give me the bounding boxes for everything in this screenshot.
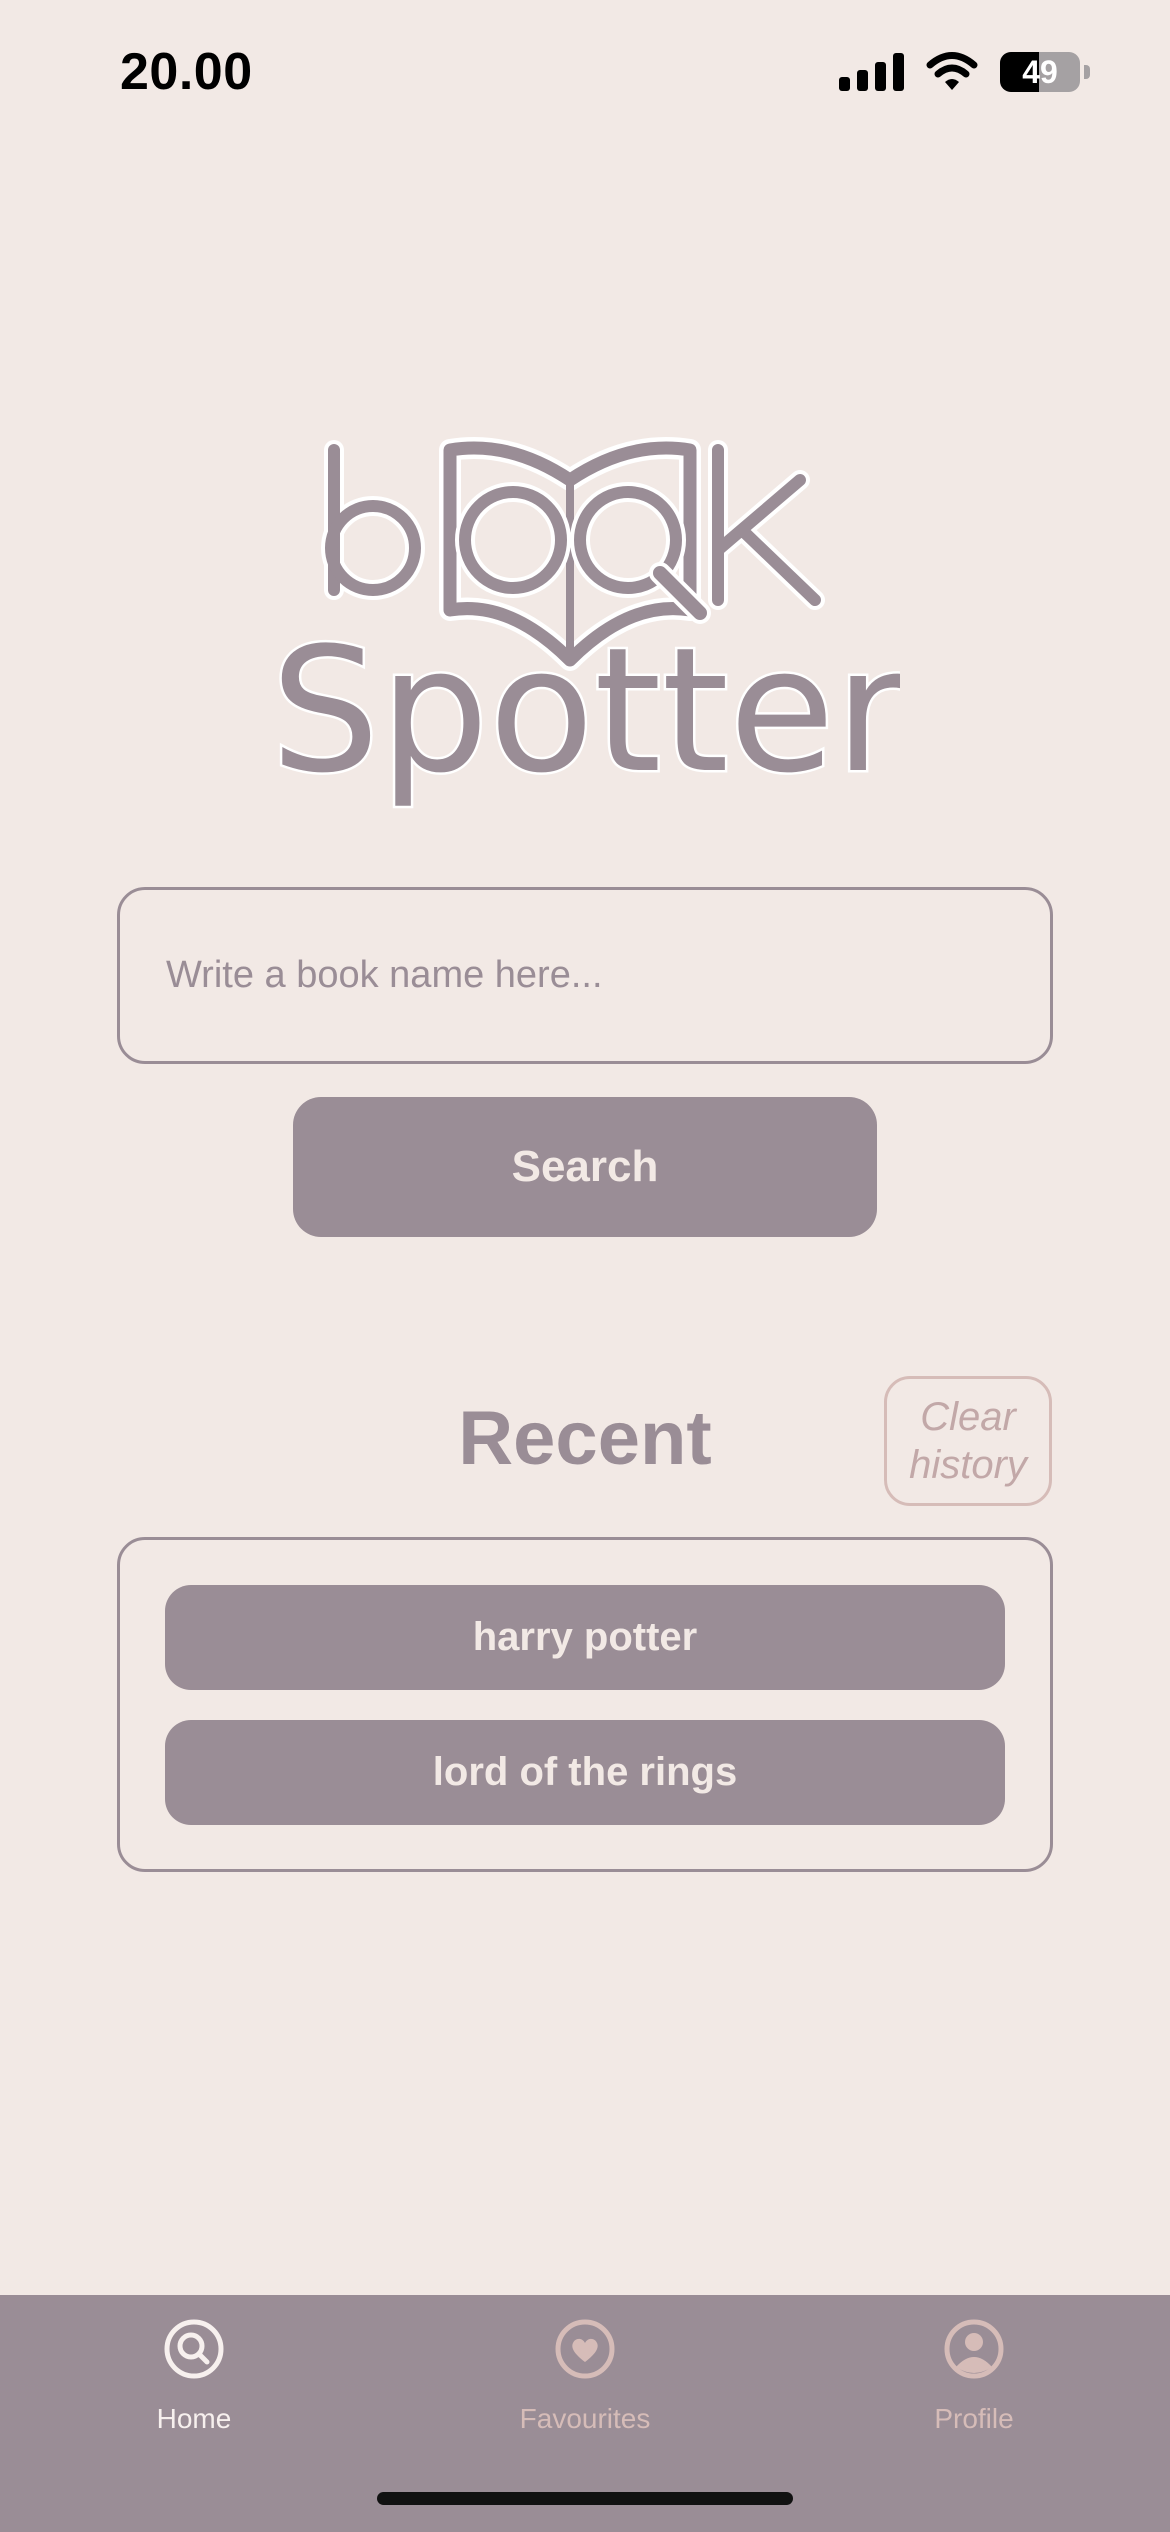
tab-profile[interactable]: Profile [874, 2317, 1074, 2435]
wifi-icon [926, 52, 978, 90]
tab-profile-label: Profile [934, 2403, 1014, 2434]
recent-item[interactable]: harry potter [165, 1585, 1005, 1690]
search-icon [164, 2319, 224, 2379]
home-indicator[interactable] [377, 2492, 793, 2505]
tab-favourites-label: Favourites [519, 2403, 651, 2434]
battery-icon: 49 [1000, 52, 1080, 92]
recent-item[interactable]: lord of the rings [165, 1720, 1005, 1825]
logo-letter-k [708, 440, 825, 610]
logo-letter-b [321, 440, 425, 600]
battery-tip [1084, 65, 1090, 79]
tab-favourites[interactable]: Favourites [485, 2317, 685, 2435]
search-button[interactable]: Search [293, 1097, 877, 1237]
clear-history-button[interactable]: Clear history [884, 1376, 1052, 1506]
status-time: 20.00 [120, 43, 253, 101]
battery-level: 49 [1022, 53, 1058, 90]
person-icon [944, 2319, 1004, 2379]
book-spotter-logo: Spotter [270, 437, 900, 814]
recent-searches-panel: harry potter lord of the rings [117, 1537, 1053, 1872]
heart-icon [555, 2319, 615, 2379]
tab-home-label: Home [156, 2403, 232, 2434]
logo-wordmark: Spotter [270, 610, 900, 811]
status-bar: 20.00 49 [0, 0, 1170, 150]
book-search-input[interactable] [117, 887, 1053, 1064]
status-icons: 49 [839, 52, 1090, 92]
cellular-signal-icon [839, 53, 904, 91]
tab-home[interactable]: Home [94, 2317, 294, 2435]
